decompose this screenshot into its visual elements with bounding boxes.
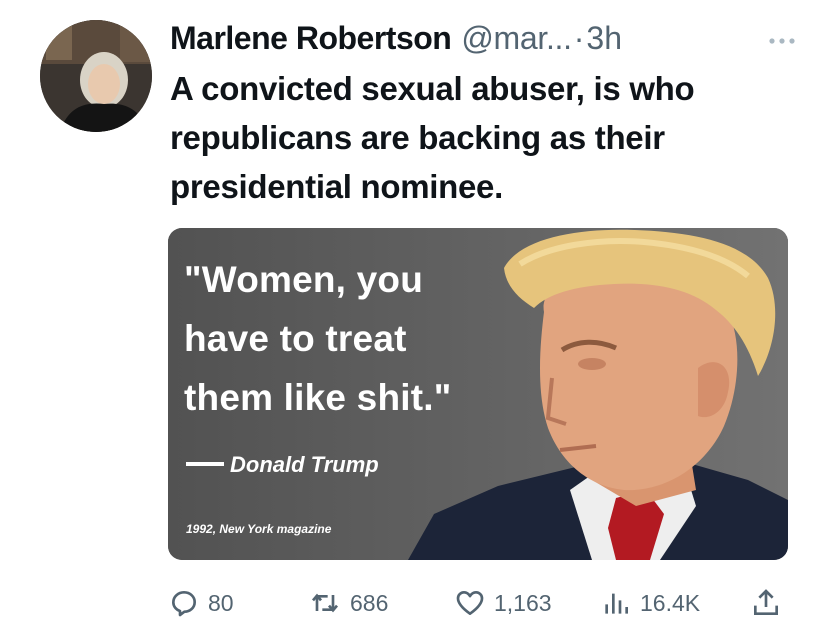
views-button[interactable]: 16.4K xyxy=(600,583,700,623)
views-icon xyxy=(605,593,628,614)
author-handle[interactable]: @mar... xyxy=(461,20,572,57)
media-quote-source: 1992, New York magazine xyxy=(186,522,332,536)
media-quote-attribution: Donald Trump xyxy=(186,452,379,478)
tweet-actions-bar: 80 686 1,163 16.4K xyxy=(168,583,792,623)
more-options-button[interactable] xyxy=(760,24,804,48)
avatar-photo xyxy=(40,20,152,132)
author-avatar[interactable] xyxy=(40,20,152,132)
retweet-count: 686 xyxy=(350,589,389,616)
reply-icon xyxy=(172,591,196,617)
heart-icon xyxy=(456,591,484,615)
attribution-name: Donald Trump xyxy=(230,452,379,477)
more-horizontal-icon xyxy=(769,38,795,44)
retweet-icon xyxy=(311,593,339,613)
retweet-button[interactable]: 686 xyxy=(308,583,388,623)
views-count: 16.4K xyxy=(640,589,701,616)
tweet-header: Marlene Robertson @mar... · 3h xyxy=(170,16,808,60)
author-name[interactable]: Marlene Robertson xyxy=(170,20,452,57)
media-quote-text: "Women, you have to treat them like shit… xyxy=(184,259,452,418)
share-icon xyxy=(754,589,778,615)
tweet-text: A convicted sexual abuser, is who republ… xyxy=(170,70,695,205)
share-button[interactable] xyxy=(750,583,782,623)
reply-count: 80 xyxy=(208,589,234,616)
like-button[interactable]: 1,163 xyxy=(454,583,552,623)
tweet-media-image[interactable]: "Women, you have to treat them like shit… xyxy=(168,228,788,560)
reply-button[interactable]: 80 xyxy=(168,583,234,623)
tweet-timestamp[interactable]: 3h xyxy=(586,20,622,57)
header-separator: · xyxy=(573,19,585,56)
attribution-dash xyxy=(186,462,224,467)
like-count: 1,163 xyxy=(494,589,552,616)
